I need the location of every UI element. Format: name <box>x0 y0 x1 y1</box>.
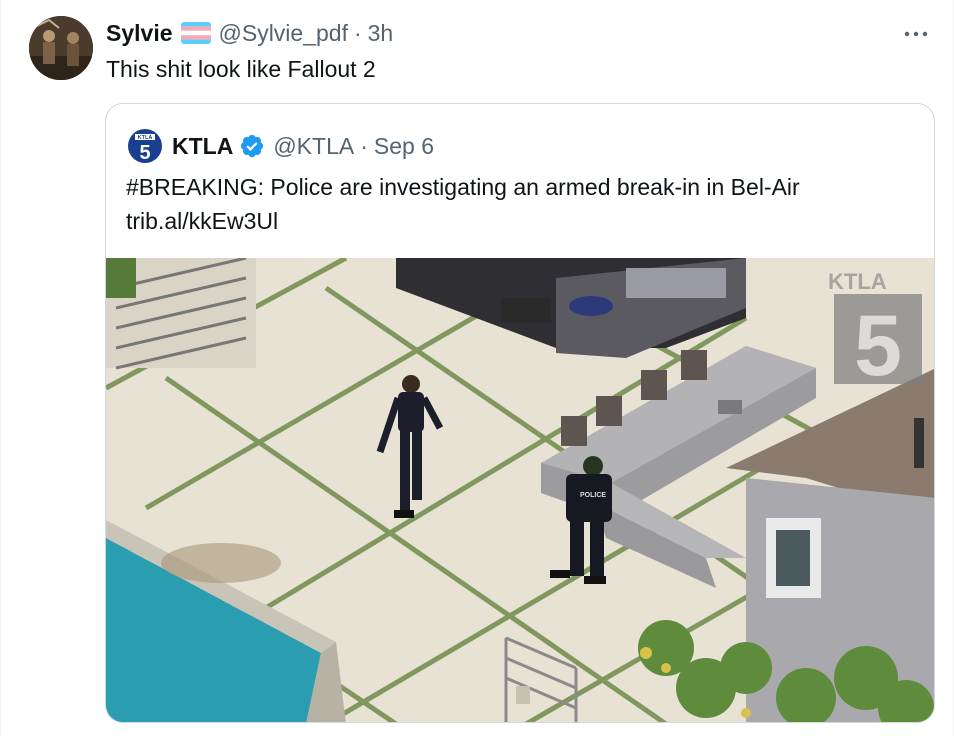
quoted-tweet-header: KTLA 5 KTLA @KTLA · Sep 6 <box>126 127 434 165</box>
svg-text:POLICE: POLICE <box>580 492 606 499</box>
handle[interactable]: @Sylvie_pdf <box>219 20 348 47</box>
display-name[interactable]: Sylvie <box>106 20 173 47</box>
more-button[interactable] <box>901 22 931 46</box>
tweet-text: This shit look like Fallout 2 <box>106 56 376 82</box>
avatar[interactable] <box>29 16 93 80</box>
verified-badge-icon <box>241 134 264 158</box>
svg-text:5: 5 <box>139 142 150 164</box>
quoted-handle[interactable]: @KTLA <box>273 133 354 160</box>
timestamp[interactable]: 3h <box>368 20 394 47</box>
quoted-link[interactable]: trib.al/kkEw3Ul <box>126 204 906 238</box>
svg-text:5: 5 <box>854 298 902 394</box>
quoted-tweet-text: #BREAKING: Police are investigating an a… <box>126 170 906 238</box>
separator: · <box>353 19 362 46</box>
quoted-media-image[interactable]: POLICE KTLA 5 <box>106 258 934 722</box>
quoted-display-name[interactable]: KTLA <box>172 133 233 160</box>
quoted-separator: · <box>360 132 368 159</box>
ktla-logo-avatar[interactable]: KTLA 5 <box>126 127 164 165</box>
transgender-flag-icon <box>180 22 211 44</box>
svg-text:KTLA: KTLA <box>138 135 153 141</box>
quoted-tweet[interactable]: KTLA 5 KTLA @KTLA · Sep 6 #BREAKING: Pol… <box>105 103 935 723</box>
svg-text:KTLA: KTLA <box>828 269 887 294</box>
tweet[interactable]: Sylvie @Sylvie_pdf · 3h This shit look l… <box>0 0 954 736</box>
quoted-text-line: #BREAKING: Police are investigating an a… <box>126 174 800 200</box>
more-horizontal-icon <box>904 31 928 37</box>
tweet-header: Sylvie @Sylvie_pdf · 3h <box>106 17 393 49</box>
quoted-date[interactable]: Sep 6 <box>374 133 434 160</box>
